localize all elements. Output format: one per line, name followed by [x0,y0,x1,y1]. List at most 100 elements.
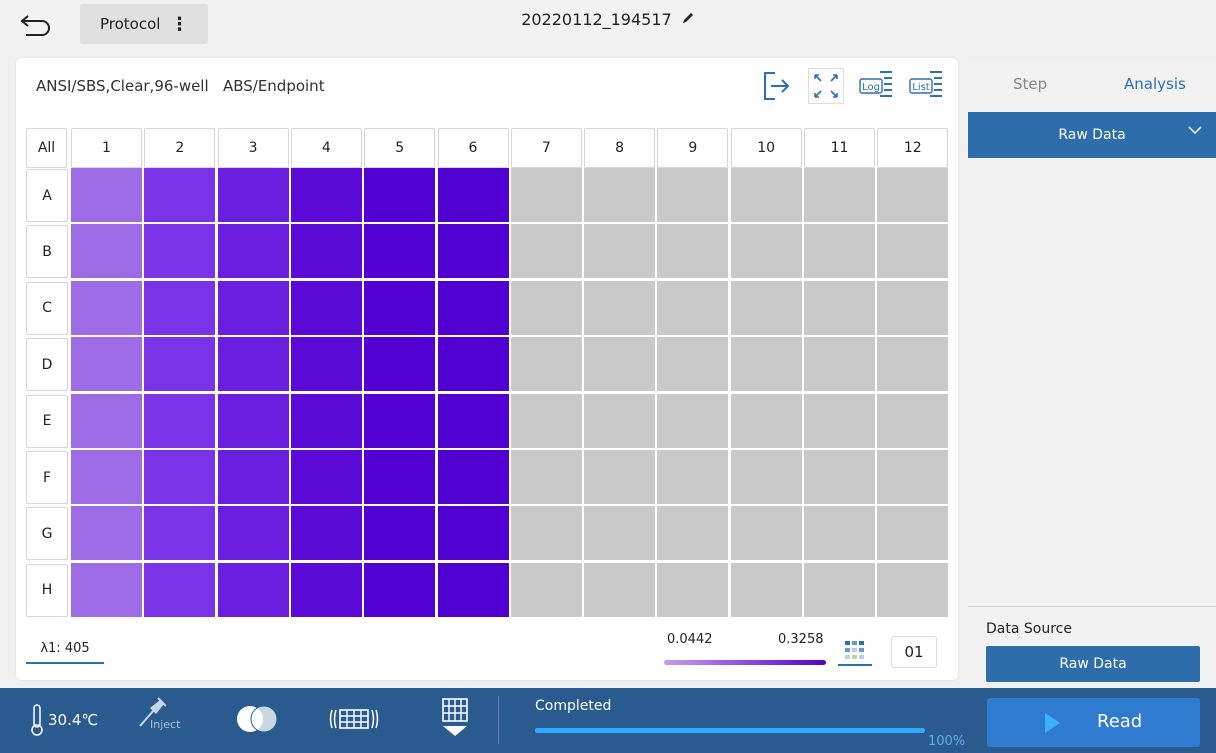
well[interactable] [217,450,289,504]
log-button[interactable]: Log [858,68,894,104]
well[interactable] [71,224,142,279]
column-header[interactable]: 1 [71,128,142,168]
row-header[interactable]: H [26,563,68,617]
row-header[interactable]: F [26,451,68,504]
well[interactable] [730,506,802,561]
well[interactable] [437,506,509,561]
well[interactable] [364,337,436,392]
well[interactable] [584,337,656,392]
plate-move-button[interactable] [328,702,380,740]
well[interactable] [657,393,729,448]
well[interactable] [290,224,362,279]
well[interactable] [804,280,875,335]
well[interactable] [510,280,582,335]
column-header[interactable]: 6 [437,128,509,168]
temperature-display[interactable]: 30.4℃ [30,704,98,736]
column-header[interactable]: 5 [364,128,436,168]
well[interactable] [804,450,875,504]
well[interactable] [437,224,509,279]
well[interactable] [730,168,802,222]
column-header[interactable]: 4 [290,128,362,168]
well[interactable] [290,506,362,561]
column-header[interactable]: 8 [584,128,656,168]
well[interactable] [217,337,289,392]
well[interactable] [584,506,656,561]
well[interactable] [657,280,729,335]
column-header[interactable]: 2 [144,128,216,168]
read-button[interactable]: Read [987,698,1200,747]
well[interactable] [877,280,949,335]
list-button[interactable]: List [908,68,944,104]
heatmap-view-button[interactable] [838,636,872,666]
well[interactable] [290,393,362,448]
well[interactable] [730,280,802,335]
well[interactable] [144,393,216,448]
well[interactable] [144,506,216,561]
well[interactable] [364,506,436,561]
well[interactable] [290,562,362,617]
well[interactable] [364,393,436,448]
well[interactable] [510,506,582,561]
well[interactable] [144,450,216,504]
well[interactable] [510,562,582,617]
well[interactable] [804,562,875,617]
well[interactable] [584,224,656,279]
well[interactable] [877,506,949,561]
well[interactable] [71,450,142,504]
well[interactable] [584,450,656,504]
well[interactable] [71,280,142,335]
well[interactable] [584,168,656,222]
well[interactable] [364,450,436,504]
row-header[interactable]: E [26,394,68,448]
data-source-button[interactable]: Raw Data [986,646,1200,682]
row-header[interactable]: B [26,225,68,279]
well[interactable] [510,224,582,279]
well[interactable] [217,506,289,561]
well[interactable] [657,562,729,617]
well[interactable] [730,224,802,279]
well[interactable] [804,506,875,561]
well[interactable] [71,562,142,617]
row-header[interactable]: A [26,169,68,222]
fullscreen-button[interactable] [808,68,844,104]
data-type-select[interactable]: Raw Data [968,112,1216,158]
row-header[interactable]: D [26,338,68,392]
well[interactable] [730,450,802,504]
well[interactable] [877,450,949,504]
well[interactable] [804,168,875,222]
well[interactable] [657,337,729,392]
well[interactable] [437,450,509,504]
well[interactable] [437,562,509,617]
export-button[interactable] [758,68,794,104]
well[interactable] [877,224,949,279]
well[interactable] [144,280,216,335]
well[interactable] [290,280,362,335]
well[interactable] [364,562,436,617]
well[interactable] [290,450,362,504]
well[interactable] [217,168,289,222]
well[interactable] [71,393,142,448]
column-header[interactable]: 11 [804,128,875,168]
shake-button[interactable] [232,702,282,740]
well[interactable] [144,168,216,222]
row-header[interactable]: G [26,507,68,561]
run-title[interactable]: 20220112_194517 [0,10,1216,29]
column-header[interactable]: 12 [877,128,949,168]
well[interactable] [437,168,509,222]
well[interactable] [657,506,729,561]
well[interactable] [217,393,289,448]
well[interactable] [730,562,802,617]
well[interactable] [584,393,656,448]
page-number[interactable]: 01 [891,636,937,668]
well[interactable] [437,337,509,392]
well[interactable] [144,224,216,279]
tab-analysis[interactable]: Analysis [1124,75,1186,93]
well[interactable] [510,393,582,448]
well[interactable] [290,168,362,222]
well[interactable] [290,337,362,392]
well[interactable] [730,337,802,392]
well[interactable] [730,393,802,448]
well[interactable] [71,337,142,392]
well[interactable] [804,224,875,279]
well[interactable] [364,168,436,222]
